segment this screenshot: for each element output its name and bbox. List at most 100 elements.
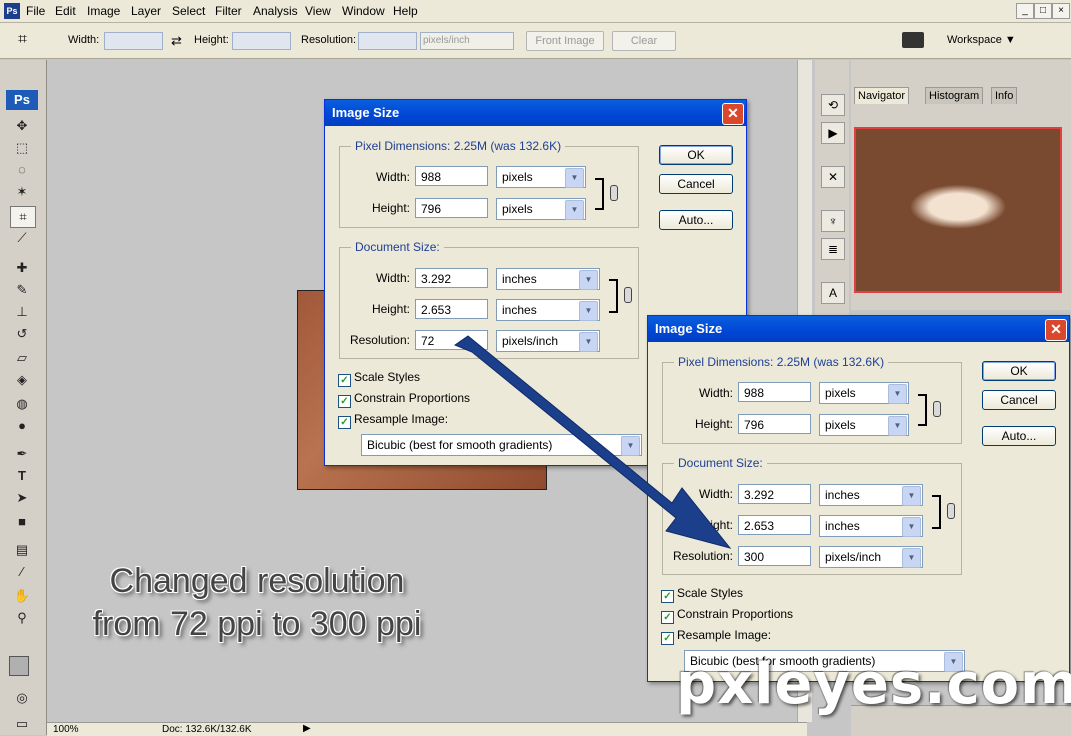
- doc-height-input[interactable]: 2.653: [415, 299, 488, 319]
- constrain-proportions-checkbox[interactable]: ✓ Constrain Proportions: [338, 391, 471, 408]
- hand-tool-icon[interactable]: ✋: [10, 586, 34, 606]
- quick-mask-icon[interactable]: ◎: [10, 688, 34, 708]
- pen-tool-icon[interactable]: ✒: [10, 444, 34, 464]
- bridge-icon[interactable]: [902, 32, 924, 48]
- lasso-tool-icon[interactable]: ◌: [10, 160, 34, 180]
- crop-tool-icon[interactable]: ⌗: [10, 206, 36, 228]
- constrain-label: Constrain Proportions: [354, 391, 471, 405]
- width-px-input[interactable]: 988: [738, 382, 811, 402]
- auto-button[interactable]: Auto...: [982, 426, 1056, 446]
- marquee-tool-icon[interactable]: ⬚: [10, 138, 34, 158]
- tab-navigator[interactable]: Navigator: [854, 87, 910, 104]
- brushes-panel-icon[interactable]: ♆: [821, 210, 845, 232]
- width-unit-select[interactable]: pixels ▼: [496, 166, 586, 188]
- healing-brush-icon[interactable]: ✚: [10, 258, 34, 278]
- doc-height-unit-select[interactable]: inches ▼: [819, 515, 923, 537]
- resample-checkbox[interactable]: ✓ Resample Image:: [661, 628, 771, 645]
- resolution-input[interactable]: 72: [415, 330, 488, 350]
- height-input[interactable]: [232, 32, 291, 50]
- zoom-level[interactable]: 100%: [53, 724, 79, 735]
- navigator-thumbnail[interactable]: [854, 127, 1062, 293]
- height-unit-select[interactable]: pixels ▼: [819, 414, 909, 436]
- close-icon[interactable]: ✕: [722, 103, 744, 125]
- workspace-menu[interactable]: Workspace ▼: [947, 34, 1016, 46]
- resolution-unit-select[interactable]: pixels/inch ▼: [819, 546, 923, 568]
- move-tool-icon[interactable]: ✥: [10, 116, 34, 136]
- scale-styles-checkbox[interactable]: ✓ Scale Styles: [661, 586, 743, 603]
- resolution-unit-select[interactable]: pixels/inch: [420, 32, 514, 50]
- ok-button[interactable]: OK: [982, 361, 1056, 381]
- shape-tool-icon[interactable]: ■: [10, 512, 34, 532]
- height-px-input[interactable]: 796: [738, 414, 811, 434]
- crop-tool-icon[interactable]: ⌗: [18, 31, 38, 49]
- brush-tool-icon[interactable]: ✎: [10, 280, 34, 300]
- clone-source-icon[interactable]: ≣: [821, 238, 845, 260]
- cancel-button[interactable]: Cancel: [659, 174, 733, 194]
- blur-tool-icon[interactable]: ◍: [10, 394, 34, 414]
- eyedropper-icon[interactable]: ⁄: [10, 562, 34, 582]
- history-brush-icon[interactable]: ↺: [10, 324, 34, 344]
- height-unit-select[interactable]: pixels ▼: [496, 198, 586, 220]
- app-logo-icon: Ps: [4, 3, 20, 19]
- width-px-input[interactable]: 988: [415, 166, 488, 186]
- character-panel-icon[interactable]: A: [821, 282, 845, 304]
- resample-method-select[interactable]: Bicubic (best for smooth gradients) ▼: [361, 434, 642, 456]
- resolution-input[interactable]: [358, 32, 417, 50]
- slice-tool-icon[interactable]: ⟋: [10, 228, 34, 248]
- cancel-button[interactable]: Cancel: [982, 390, 1056, 410]
- resolution-input[interactable]: 300: [738, 546, 811, 566]
- doc-height-label: Height:: [694, 518, 733, 532]
- history-panel-icon[interactable]: ⟲: [821, 94, 845, 116]
- menu-analysis[interactable]: Analysis: [253, 4, 298, 18]
- doc-height-input[interactable]: 2.653: [738, 515, 811, 535]
- menu-file[interactable]: File: [26, 4, 45, 18]
- height-px-input[interactable]: 796: [415, 198, 488, 218]
- constrain-proportions-checkbox[interactable]: ✓ Constrain Proportions: [661, 607, 793, 624]
- auto-button[interactable]: Auto...: [659, 210, 733, 230]
- clear-button[interactable]: Clear: [612, 31, 676, 51]
- status-arrow-icon[interactable]: ▶: [303, 723, 311, 734]
- magic-wand-icon[interactable]: ✶: [10, 182, 34, 202]
- resolution-unit-select[interactable]: pixels/inch ▼: [496, 330, 600, 352]
- type-tool-icon[interactable]: T: [10, 466, 34, 486]
- menu-view[interactable]: View: [305, 4, 331, 18]
- tab-histogram[interactable]: Histogram: [925, 87, 984, 104]
- doc-width-input[interactable]: 3.292: [738, 484, 811, 504]
- clone-stamp-icon[interactable]: ⊥: [10, 302, 34, 322]
- restore-button[interactable]: □: [1034, 3, 1052, 19]
- doc-width-unit-select[interactable]: inches ▼: [819, 484, 923, 506]
- width-input[interactable]: [104, 32, 163, 50]
- eraser-tool-icon[interactable]: ▱: [10, 348, 34, 368]
- width-unit-select[interactable]: pixels ▼: [819, 382, 909, 404]
- tab-info[interactable]: Info: [991, 87, 1018, 104]
- front-image-button[interactable]: Front Image: [526, 31, 604, 51]
- menu-select[interactable]: Select: [172, 4, 205, 18]
- checkmark-icon: ✓: [661, 632, 674, 645]
- dodge-tool-icon[interactable]: ●: [10, 416, 34, 436]
- minimize-button[interactable]: _: [1016, 3, 1034, 19]
- menu-edit[interactable]: Edit: [55, 4, 76, 18]
- doc-size: Doc: 132.6K/132.6K: [162, 724, 252, 735]
- ok-button[interactable]: OK: [659, 145, 733, 165]
- notes-tool-icon[interactable]: ▤: [10, 540, 34, 560]
- scale-styles-checkbox[interactable]: ✓ Scale Styles: [338, 370, 420, 387]
- path-select-icon[interactable]: ➤: [10, 488, 34, 508]
- screen-mode-icon[interactable]: ▭: [10, 714, 34, 734]
- doc-width-unit-select[interactable]: inches ▼: [496, 268, 600, 290]
- foreground-color-swatch[interactable]: [9, 656, 29, 676]
- swap-icon[interactable]: ⇄: [171, 33, 182, 49]
- tool-presets-icon[interactable]: ✕: [821, 166, 845, 188]
- menu-image[interactable]: Image: [87, 4, 120, 18]
- close-icon[interactable]: ✕: [1045, 319, 1067, 341]
- menu-layer[interactable]: Layer: [131, 4, 161, 18]
- resample-checkbox[interactable]: ✓ Resample Image:: [338, 412, 448, 429]
- actions-panel-icon[interactable]: ▶: [821, 122, 845, 144]
- menu-filter[interactable]: Filter: [215, 4, 242, 18]
- close-app-button[interactable]: ×: [1052, 3, 1070, 19]
- doc-height-unit-select[interactable]: inches ▼: [496, 299, 600, 321]
- doc-width-input[interactable]: 3.292: [415, 268, 488, 288]
- menu-window[interactable]: Window: [342, 4, 385, 18]
- zoom-tool-icon[interactable]: ⚲: [10, 608, 34, 628]
- menu-help[interactable]: Help: [393, 4, 418, 18]
- paint-bucket-icon[interactable]: ◈: [10, 370, 34, 390]
